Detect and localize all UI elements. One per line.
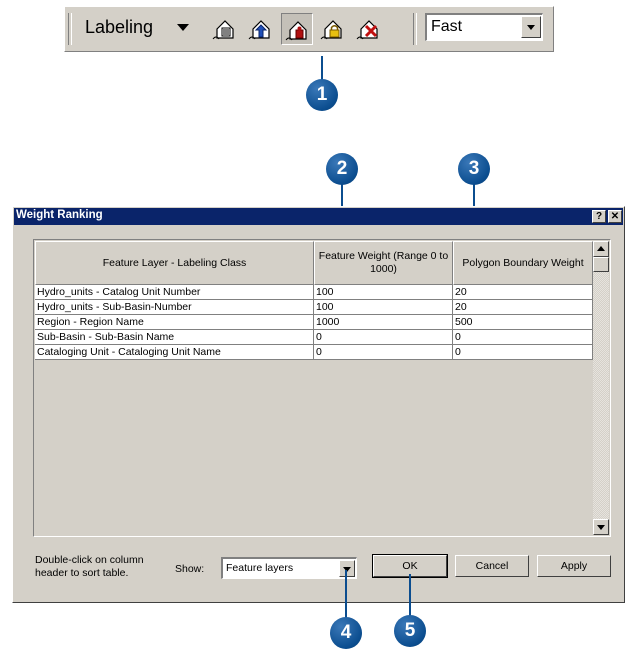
cell-feature-weight[interactable]: 0 bbox=[314, 330, 453, 345]
scroll-up-button[interactable] bbox=[593, 241, 609, 257]
apply-button[interactable]: Apply bbox=[537, 555, 611, 577]
labeling-menu-arrow-icon[interactable] bbox=[177, 24, 189, 31]
cell-layer[interactable]: Hydro_units - Sub-Basin-Number bbox=[35, 300, 314, 315]
cell-feature-weight[interactable]: 100 bbox=[314, 285, 453, 300]
lock-labels-button[interactable] bbox=[317, 13, 349, 45]
table-vertical-scrollbar[interactable] bbox=[593, 241, 609, 535]
cell-polygon-weight[interactable]: 20 bbox=[453, 300, 593, 315]
close-icon: ✕ bbox=[610, 211, 620, 222]
cell-polygon-weight[interactable]: 0 bbox=[453, 345, 593, 360]
weight-ranking-dialog: Weight Ranking ? ✕ Feature Layer - Label… bbox=[12, 206, 625, 603]
show-select-value: Feature layers bbox=[226, 562, 294, 574]
cell-feature-weight[interactable]: 0 bbox=[314, 345, 453, 360]
column-header-polygon-weight[interactable]: Polygon Boundary Weight bbox=[453, 241, 593, 285]
cell-layer[interactable]: Sub-Basin - Sub-Basin Name bbox=[35, 330, 314, 345]
column-header-layer[interactable]: Feature Layer - Labeling Class bbox=[35, 241, 314, 285]
labeling-toolbar: Labeling Fast bbox=[64, 6, 554, 52]
callout-3: 3 bbox=[458, 153, 490, 185]
callout-2: 2 bbox=[326, 153, 358, 185]
show-dropdown-button[interactable] bbox=[339, 560, 355, 577]
show-select[interactable]: Feature layers bbox=[221, 557, 357, 579]
cancel-button[interactable]: Cancel bbox=[455, 555, 529, 577]
chevron-up-icon bbox=[597, 246, 605, 251]
table-row: Cataloging Unit - Cataloging Unit Name 0… bbox=[35, 345, 593, 360]
dialog-titlebar[interactable]: Weight Ranking ? ✕ bbox=[14, 208, 623, 225]
weight-ranking-button[interactable] bbox=[281, 13, 313, 45]
cell-polygon-weight[interactable]: 0 bbox=[453, 330, 593, 345]
label-manager-icon bbox=[212, 20, 234, 40]
column-header-feature-weight[interactable]: Feature Weight (Range 0 to 1000) bbox=[314, 241, 453, 285]
table-row: Hydro_units - Sub-Basin-Number 100 20 bbox=[35, 300, 593, 315]
chevron-down-icon bbox=[597, 525, 605, 530]
toolbar-grip[interactable] bbox=[68, 13, 72, 45]
close-button[interactable]: ✕ bbox=[608, 210, 622, 223]
view-unplaced-labels-icon bbox=[356, 20, 378, 40]
table-row: Region - Region Name 1000 500 bbox=[35, 315, 593, 330]
cell-feature-weight[interactable]: 100 bbox=[314, 300, 453, 315]
callout-5: 5 bbox=[394, 615, 426, 647]
table-row: Hydro_units - Catalog Unit Number 100 20 bbox=[35, 285, 593, 300]
cell-layer[interactable]: Region - Region Name bbox=[35, 315, 314, 330]
table-row: Sub-Basin - Sub-Basin Name 0 0 bbox=[35, 330, 593, 345]
cell-polygon-weight[interactable]: 500 bbox=[453, 315, 593, 330]
weight-table-viewport: Feature Layer - Labeling Class Feature W… bbox=[35, 241, 593, 535]
sort-hint-text: Double-click on column header to sort ta… bbox=[35, 554, 144, 579]
scroll-down-button[interactable] bbox=[593, 519, 609, 535]
labeling-menu[interactable]: Labeling bbox=[85, 17, 153, 38]
label-priority-icon bbox=[248, 20, 270, 40]
placement-quality-dropdown-button[interactable] bbox=[521, 16, 541, 38]
weight-table: Feature Layer - Labeling Class Feature W… bbox=[33, 239, 611, 537]
cell-layer[interactable]: Hydro_units - Catalog Unit Number bbox=[35, 285, 314, 300]
view-unplaced-labels-button[interactable] bbox=[353, 13, 385, 45]
toolbar-separator bbox=[413, 13, 417, 45]
cell-polygon-weight[interactable]: 20 bbox=[453, 285, 593, 300]
label-manager-button[interactable] bbox=[209, 13, 241, 45]
callout-4: 4 bbox=[330, 617, 362, 649]
label-weight-ranking-icon bbox=[285, 21, 307, 41]
cell-layer[interactable]: Cataloging Unit - Cataloging Unit Name bbox=[35, 345, 314, 360]
scroll-thumb[interactable] bbox=[593, 257, 609, 272]
show-label: Show: bbox=[175, 563, 205, 575]
chevron-down-icon bbox=[527, 25, 535, 30]
placement-quality-select[interactable]: Fast bbox=[425, 13, 543, 41]
callout-1: 1 bbox=[306, 79, 338, 111]
dialog-title: Weight Ranking bbox=[16, 209, 103, 221]
label-priority-button[interactable] bbox=[245, 13, 277, 45]
cell-feature-weight[interactable]: 1000 bbox=[314, 315, 453, 330]
lock-labels-icon bbox=[320, 20, 342, 40]
placement-quality-value: Fast bbox=[431, 18, 463, 35]
help-button[interactable]: ? bbox=[592, 210, 606, 223]
